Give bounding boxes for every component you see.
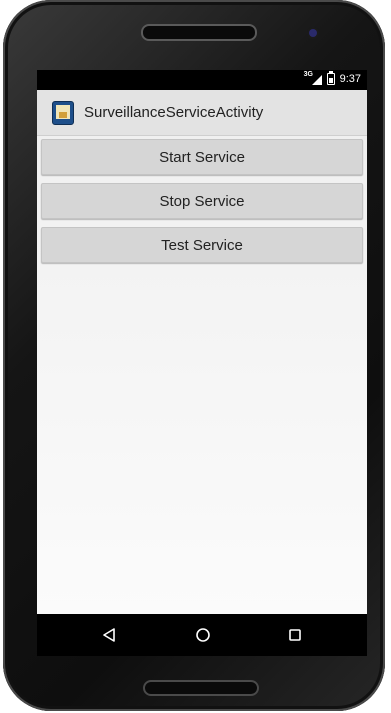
bottom-speaker bbox=[143, 680, 259, 696]
start-service-button[interactable]: Start Service bbox=[41, 139, 363, 175]
back-triangle-icon[interactable] bbox=[99, 625, 119, 645]
status-time: 9:37 bbox=[339, 73, 361, 85]
app-launcher-icon bbox=[52, 100, 74, 125]
phone-frame: 3G 9:37 SurveillanceServiceActivity Star… bbox=[3, 0, 385, 711]
action-bar: SurveillanceServiceActivity bbox=[37, 90, 367, 136]
stop-service-button[interactable]: Stop Service bbox=[41, 183, 363, 219]
front-camera bbox=[309, 29, 317, 37]
test-service-button[interactable]: Test Service bbox=[41, 227, 363, 263]
home-circle-icon[interactable] bbox=[193, 625, 213, 645]
signal-icon: 3G bbox=[304, 71, 322, 85]
status-bar: 3G 9:37 bbox=[37, 70, 367, 90]
navigation-bar bbox=[37, 614, 367, 656]
device-screen: 3G 9:37 SurveillanceServiceActivity Star… bbox=[37, 70, 367, 656]
activity-title: SurveillanceServiceActivity bbox=[84, 104, 264, 121]
battery-icon bbox=[326, 71, 335, 85]
status-icons: 3G 9:37 bbox=[304, 71, 361, 85]
earpiece-speaker bbox=[141, 24, 257, 41]
recents-square-icon[interactable] bbox=[285, 625, 305, 645]
